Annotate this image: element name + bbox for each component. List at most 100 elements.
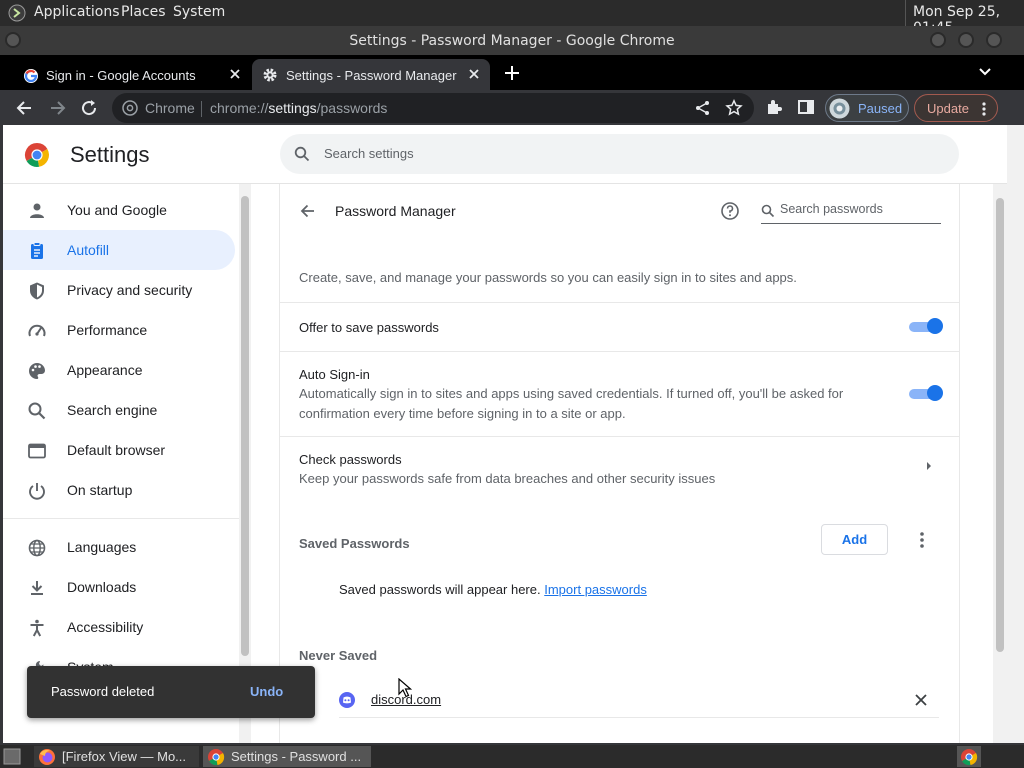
accessibility-icon <box>27 618 47 638</box>
section-title: Password Manager <box>335 203 456 219</box>
sidebar-item-autofill[interactable]: Autofill <box>3 230 235 270</box>
search-placeholder: Search settings <box>324 146 414 161</box>
top-panel: Applications Places System Mon Sep 25, 0… <box>0 0 1024 36</box>
sidebar-scrollbar[interactable] <box>239 184 251 743</box>
settings-page: Settings Search settings You and Google … <box>3 125 1007 743</box>
applications-menu[interactable]: Applications <box>34 4 120 20</box>
taskbar: [Firefox View — Mo... Settings - Passwor… <box>0 745 1024 768</box>
maximize-button[interactable] <box>958 32 974 48</box>
extensions-puzzle-icon[interactable] <box>765 98 783 116</box>
settings-header: Settings Search settings <box>3 125 1007 184</box>
search-settings-input[interactable]: Search settings <box>280 134 959 174</box>
search-passwords-input[interactable]: Search passwords <box>761 200 941 224</box>
chrome-logo-icon <box>122 100 138 116</box>
page-title: Settings <box>70 142 150 167</box>
tab-label: Settings - Password Manager <box>286 68 457 83</box>
share-icon[interactable] <box>694 99 712 117</box>
close-tab-icon[interactable] <box>466 66 482 82</box>
main-scroll-thumb[interactable] <box>996 198 1004 652</box>
mouse-cursor-icon <box>398 678 412 698</box>
gnome-foot-icon[interactable] <box>8 4 26 22</box>
sidebar-item-accessibility[interactable]: Accessibility <box>3 607 235 647</box>
close-tab-icon[interactable] <box>227 66 243 82</box>
import-passwords-link[interactable]: Import passwords <box>544 582 647 597</box>
check-passwords-label: Check passwords <box>299 452 402 467</box>
window-title: Settings - Password Manager - Google Chr… <box>349 33 675 49</box>
system-menu[interactable]: System <box>173 4 225 20</box>
download-icon <box>27 578 47 598</box>
check-passwords-row[interactable]: Check passwords Keep your passwords safe… <box>280 437 959 497</box>
main-scrollbar[interactable] <box>993 184 1007 743</box>
taskbar-item-label: Settings - Password ... <box>231 749 362 764</box>
offer-to-save-toggle[interactable] <box>909 318 943 334</box>
sidebar-scroll-thumb[interactable] <box>241 196 249 656</box>
omnibox[interactable]: Chrome chrome://settings/passwords <box>112 93 754 123</box>
places-menu[interactable]: Places <box>121 4 166 20</box>
window-titlebar[interactable]: Settings - Password Manager - Google Chr… <box>0 26 1024 55</box>
sidebar-item-privacy-and-security[interactable]: Privacy and security <box>3 270 235 310</box>
check-passwords-description: Keep your passwords safe from data breac… <box>299 471 716 486</box>
side-panel-icon[interactable] <box>797 98 815 116</box>
search-icon <box>761 204 775 218</box>
sidebar-item-on-startup[interactable]: On startup <box>3 470 235 510</box>
chrome-icon <box>207 748 225 766</box>
toast-message: Password deleted <box>51 684 155 699</box>
sidebar-item-performance[interactable]: Performance <box>3 310 235 350</box>
close-window-button[interactable] <box>986 32 1002 48</box>
sidebar-item-search-engine[interactable]: Search engine <box>3 390 235 430</box>
search-passwords-placeholder: Search passwords <box>780 202 883 216</box>
url-text[interactable]: chrome://settings/passwords <box>210 100 387 116</box>
sidebar-item-languages[interactable]: Languages <box>3 527 235 567</box>
profile-paused-button[interactable]: Paused <box>825 94 909 122</box>
auto-signin-label: Auto Sign-in <box>299 367 370 382</box>
back-arrow-icon[interactable] <box>15 98 35 118</box>
help-icon[interactable] <box>720 201 740 221</box>
more-vertical-icon[interactable] <box>918 531 926 549</box>
discord-icon <box>339 692 355 708</box>
sidebar-item-appearance[interactable]: Appearance <box>3 350 235 390</box>
tab-strip: Sign in - Google Accounts Settings - Pas… <box>0 55 1024 90</box>
tab-search-chevron-icon[interactable] <box>977 66 993 78</box>
clipboard-icon <box>27 241 47 261</box>
search-icon <box>294 146 310 162</box>
chrome-logo-icon <box>24 142 50 168</box>
tab-settings-password-manager[interactable]: Settings - Password Manager <box>252 59 490 90</box>
taskbar-item-firefox[interactable]: [Firefox View — Mo... <box>34 746 199 767</box>
back-arrow-icon[interactable] <box>298 201 318 221</box>
never-saved-heading: Never Saved <box>299 648 378 663</box>
gear-icon <box>262 67 278 83</box>
sidebar-item-default-browser[interactable]: Default browser <box>3 430 235 470</box>
saved-passwords-empty: Saved passwords will appear here. Import… <box>339 582 647 597</box>
person-icon <box>27 201 47 221</box>
saved-passwords-heading: Saved Passwords <box>299 536 410 551</box>
reload-icon[interactable] <box>79 98 99 118</box>
forward-arrow-icon[interactable] <box>47 98 67 118</box>
remove-site-close-icon[interactable] <box>914 693 928 707</box>
workspace-chrome-icon[interactable] <box>957 746 981 767</box>
firefox-icon <box>38 748 56 766</box>
update-button[interactable]: Update <box>914 94 998 122</box>
new-tab-icon[interactable] <box>503 64 521 82</box>
profile-paused-label: Paused <box>858 101 903 116</box>
toast-notification: Password deleted Undo <box>27 666 315 718</box>
show-desktop-icon[interactable] <box>3 748 21 765</box>
auto-signin-toggle[interactable] <box>909 385 943 401</box>
sidebar-item-you-and-google[interactable]: You and Google <box>3 190 235 230</box>
list-item: discord.com <box>339 678 939 718</box>
sidebar-item-downloads[interactable]: Downloads <box>3 567 235 607</box>
globe-icon <box>27 538 47 558</box>
minimize-button[interactable] <box>930 32 946 48</box>
power-icon <box>27 481 47 501</box>
omnibox-chip: Chrome <box>145 100 195 116</box>
tab-label: Sign in - Google Accounts <box>46 68 196 83</box>
tab-sign-in[interactable]: Sign in - Google Accounts <box>14 59 250 90</box>
shield-icon <box>27 281 47 301</box>
offer-to-save-label: Offer to save passwords <box>299 320 439 335</box>
search-icon <box>27 401 47 421</box>
window-scrollbar[interactable] <box>1007 125 1024 745</box>
add-password-button[interactable]: Add <box>821 524 888 555</box>
bookmark-star-icon[interactable] <box>725 99 743 117</box>
undo-button[interactable]: Undo <box>250 684 283 699</box>
taskbar-item-chrome[interactable]: Settings - Password ... <box>203 746 371 767</box>
taskbar-item-label: [Firefox View — Mo... <box>62 749 187 764</box>
